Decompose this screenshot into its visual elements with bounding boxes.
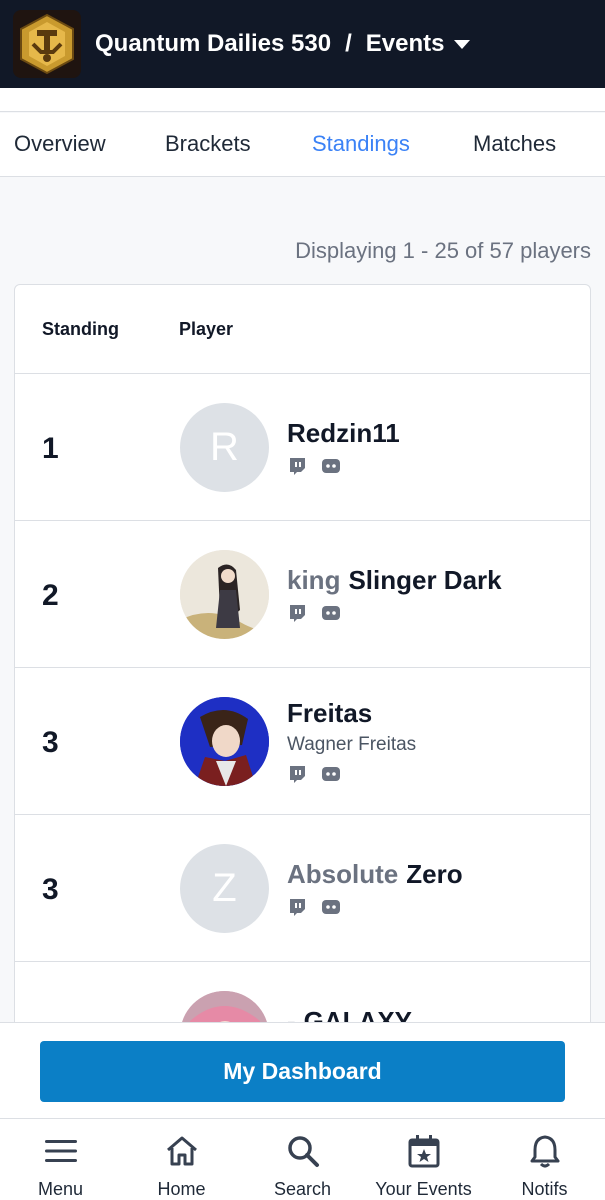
tab-matches[interactable]: Matches xyxy=(473,131,556,157)
column-player: Player xyxy=(179,319,234,339)
table-row[interactable]: 3 Freitas Wagner Freitas xyxy=(15,668,590,815)
bell-icon xyxy=(529,1133,561,1169)
tab-brackets[interactable]: Brackets xyxy=(165,131,251,157)
section-name: Events xyxy=(365,30,445,57)
tab-standings[interactable]: Standings xyxy=(312,131,410,157)
column-standing: Standing xyxy=(42,319,119,339)
chevron-down-icon[interactable] xyxy=(454,39,471,49)
player-gamertag: Slinger Dark xyxy=(348,565,502,595)
pagination-summary: Displaying 1 - 25 of 57 players xyxy=(295,238,591,263)
discord-icon[interactable] xyxy=(321,764,341,784)
nav-your-events[interactable]: Your Events xyxy=(363,1119,484,1200)
player-name[interactable]: Freitas xyxy=(287,698,372,729)
sponsor-prefix: king xyxy=(287,565,341,595)
player-name[interactable]: Redzin11 xyxy=(287,418,400,449)
nav-home[interactable]: Home xyxy=(121,1119,242,1200)
nav-label: Search xyxy=(273,1179,332,1199)
event-title[interactable]: Quantum Dailies 530 / Events xyxy=(95,30,471,58)
social-icons xyxy=(287,603,341,623)
nav-menu[interactable]: Menu xyxy=(0,1119,121,1200)
home-icon xyxy=(165,1133,199,1169)
table-header: Standing Player xyxy=(15,285,590,374)
standing-value: 3 xyxy=(42,726,59,759)
nav-label: Your Events xyxy=(375,1179,472,1199)
twitch-icon[interactable] xyxy=(287,764,307,784)
standing-value: 3 xyxy=(42,873,59,906)
calendar-star-icon xyxy=(408,1133,440,1169)
social-icons xyxy=(287,456,341,476)
table-row[interactable]: 1 R Redzin11 xyxy=(15,374,590,521)
social-icons xyxy=(287,764,341,784)
my-dashboard-button[interactable]: My Dashboard xyxy=(40,1041,565,1102)
table-row[interactable]: 2 king Slinger Dark xyxy=(15,521,590,668)
discord-icon[interactable] xyxy=(321,603,341,623)
avatar[interactable]: Z xyxy=(180,844,269,933)
twitch-icon[interactable] xyxy=(287,897,307,917)
event-tabs: Overview Brackets Standings Matches xyxy=(0,113,605,177)
tournament-logo[interactable] xyxy=(13,10,81,78)
player-gamertag: Freitas xyxy=(287,698,373,728)
player-gamertag: Redzin11 xyxy=(287,418,400,448)
avatar[interactable]: R xyxy=(180,403,269,492)
standings-table: Standing Player 1 R Redzin11 2 king Sling… xyxy=(14,284,591,1044)
nav-label: Menu xyxy=(37,1179,84,1199)
title-separator: / xyxy=(345,30,352,57)
standing-value: 1 xyxy=(42,432,59,465)
top-bar: Quantum Dailies 530 / Events xyxy=(0,0,605,88)
nav-label: Notifs xyxy=(521,1179,568,1199)
player-name[interactable]: king Slinger Dark xyxy=(287,565,502,596)
avatar[interactable] xyxy=(180,550,269,639)
player-gamertag: Zero xyxy=(406,859,463,889)
player-name[interactable]: Absolute Zero xyxy=(287,859,463,890)
table-row[interactable]: 3 Z Absolute Zero xyxy=(15,815,590,962)
search-icon xyxy=(286,1133,320,1169)
menu-icon xyxy=(44,1133,78,1169)
nav-notifs[interactable]: Notifs xyxy=(484,1119,605,1200)
discord-icon[interactable] xyxy=(321,456,341,476)
header-spacer xyxy=(0,88,605,112)
tab-overview[interactable]: Overview xyxy=(14,131,106,157)
player-real-name: Wagner Freitas xyxy=(287,734,417,755)
nav-label: Home xyxy=(157,1179,206,1199)
twitch-icon[interactable] xyxy=(287,603,307,623)
bottom-nav: Menu Home Search Your Events Notifs xyxy=(0,1118,605,1200)
avatar[interactable] xyxy=(180,697,269,786)
tournament-name: Quantum Dailies 530 xyxy=(95,30,332,57)
twitch-icon[interactable] xyxy=(287,456,307,476)
dashboard-bar: My Dashboard xyxy=(0,1022,605,1118)
social-icons xyxy=(287,897,341,917)
sponsor-prefix: Absolute xyxy=(287,859,399,889)
nav-search[interactable]: Search xyxy=(242,1119,363,1200)
standing-value: 2 xyxy=(42,579,59,612)
discord-icon[interactable] xyxy=(321,897,341,917)
